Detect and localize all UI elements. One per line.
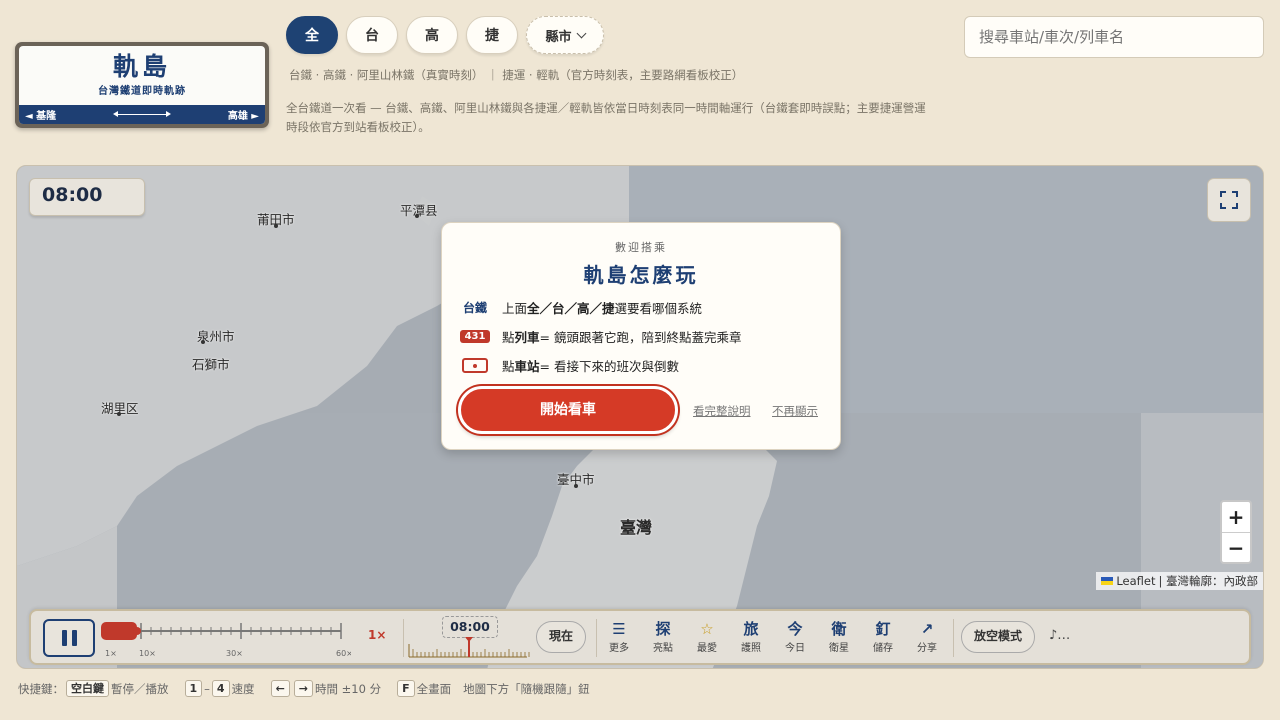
more-button[interactable]: ☰ 更多 [599, 620, 639, 654]
speed-slider[interactable]: 1× 10× 30× 60× [101, 619, 351, 659]
tab-hsr[interactable]: 高 [406, 16, 458, 54]
pause-icon [61, 630, 67, 646]
logo-left-station: ◄ 基隆 [25, 111, 57, 122]
pin-icon: 釘 [875, 620, 891, 638]
place-shishi: 石獅市 [192, 357, 230, 372]
save-button[interactable]: 釘 儲存 [863, 620, 903, 654]
start-watching-button[interactable]: 開始看車 [458, 386, 678, 434]
today-button[interactable]: 今 今日 [775, 620, 815, 654]
star-icon: ☆ [700, 620, 714, 638]
city-dot [201, 340, 205, 344]
city-dot [415, 214, 419, 218]
tab-tra[interactable]: 台 [346, 16, 398, 54]
welcome-card: 數迎搭乘 軌島怎麼玩 台鐵 上面 全／台／高／捷 選要看哪個系統 431 點列車 =… [441, 222, 841, 450]
zen-mode-button[interactable]: 放空模式 [961, 621, 1035, 653]
ukraine-flag-icon [1101, 577, 1114, 585]
key-space: 空白鍵 [66, 680, 109, 697]
divider [596, 619, 597, 657]
double-arrow-icon [113, 111, 171, 117]
map-view[interactable]: 莆田市 平潭县 泉州市 石獅市 湖里区 臺中市 臺灣 08:00 + − Lea… [16, 165, 1264, 669]
satellite-icon: 衛 [831, 620, 847, 638]
speed-tick-label: 10× [139, 649, 156, 658]
speed-tick-label: 60× [336, 649, 351, 658]
county-dropdown-label: 縣市 [545, 29, 572, 45]
divider [403, 619, 404, 657]
passport-icon: 旅 [743, 620, 759, 638]
current-speed: 1× [368, 628, 387, 642]
speed-slider-handle[interactable] [133, 627, 141, 635]
logo-right-station: 高雄 ► [227, 111, 259, 122]
logo-station-bar: ◄ 基隆 高雄 ► [19, 105, 265, 124]
guide-row-train: 431 點列車 = 鏡頭跟著它跑，陪到終點蓋完乘章 [459, 327, 741, 346]
time-scrubber[interactable]: 08:00 [407, 616, 532, 660]
city-dot [574, 484, 578, 488]
explore-icon: 探 [655, 620, 671, 638]
passport-button[interactable]: 旅 護照 [731, 620, 771, 654]
speed-tick-label: 30× [226, 649, 243, 658]
full-guide-link[interactable]: 看完整說明 [693, 403, 751, 419]
map-clock: 08:00 [29, 178, 145, 216]
satellite-button[interactable]: 衛 衛星 [819, 620, 859, 654]
favorites-button[interactable]: ☆ 最愛 [687, 620, 727, 654]
tra-icon: 台鐵 [462, 301, 487, 315]
welcome-title: 軌島怎麼玩 [583, 263, 699, 287]
zoom-out-button[interactable]: − [1222, 532, 1250, 562]
time-scrubber-track [408, 637, 530, 658]
music-button[interactable]: ♪… [1049, 628, 1070, 643]
city-dot [117, 412, 121, 416]
tab-metro[interactable]: 捷 [466, 16, 518, 54]
speed-slider-fill [101, 622, 137, 640]
divider [953, 619, 954, 657]
logo-station-sign: 軌島 台灣鐵道即時軌跡 ◄ 基隆 高雄 ► [15, 42, 269, 128]
now-button[interactable]: 現在 [536, 621, 586, 653]
playback-controls: 1× 10× 30× 60× 1× 08:00 現在 ☰ 更多 探 亮點 [29, 609, 1251, 665]
key-right-arrow: → [293, 680, 313, 697]
tab-all[interactable]: 全 [286, 16, 338, 54]
app-title: 軌島 [112, 52, 171, 81]
search-input[interactable] [964, 16, 1264, 58]
key-f: F [397, 680, 415, 697]
train-badge-icon: 431 [459, 330, 491, 343]
key-1: 1 [184, 680, 203, 697]
today-icon: 今 [787, 620, 803, 638]
place-taiwan: 臺灣 [620, 518, 653, 537]
tabs-caption: 台鐵 · 高鐵 · 阿里山林鐵（真實時刻） ｜ 捷運 · 輕軌（官方時刻表，主要… [289, 68, 744, 82]
fullscreen-button[interactable] [1207, 178, 1251, 222]
dont-show-again-link[interactable]: 不再顯示 [772, 403, 818, 419]
guide-row-tabs: 台鐵 上面 全／台／高／捷 選要看哪個系統 [462, 301, 703, 316]
county-dropdown[interactable]: 縣市 [526, 16, 604, 54]
share-button[interactable]: ↗ 分享 [907, 620, 947, 654]
map-attribution: Leaflet | 臺灣輪廓：內政部 [1096, 572, 1263, 590]
fullscreen-icon [1220, 191, 1238, 209]
app-subtitle: 台灣鐵道即時軌跡 [98, 86, 186, 97]
attribution-source: | 臺灣輪廓：內政部 [1158, 574, 1258, 588]
chevron-down-icon [576, 28, 586, 38]
key-4: 4 [211, 680, 230, 697]
page-description: 全台鐵道一次看 — 台鐵、高鐵、阿里山林鐵與各捷運／輕軌皆依當日時刻表同一時間軸… [286, 101, 926, 134]
pause-button[interactable] [43, 619, 95, 657]
menu-icon: ☰ [612, 620, 626, 638]
zoom-in-button[interactable]: + [1222, 502, 1250, 532]
shortcut-label: 快捷鍵： [18, 681, 64, 696]
welcome-kicker: 數迎搭乘 [615, 241, 667, 254]
zoom-control: + − [1220, 500, 1252, 564]
key-left-arrow: ← [270, 680, 290, 697]
share-icon: ↗ [920, 620, 934, 638]
city-dot [274, 224, 278, 228]
system-tabs: 全 台 高 捷 縣市 [286, 16, 604, 54]
shortcut-hints: 快捷鍵： 空白鍵 暫停／播放 1 – 4 速度 ← → 時間 ±10 分 F 全… [18, 680, 590, 697]
speed-tick-label: 1× [105, 649, 117, 658]
station-icon [462, 358, 488, 373]
highlights-button[interactable]: 探 亮點 [643, 620, 683, 654]
guide-row-station: 點車站 = 看接下來的班次與倒數 [460, 356, 679, 375]
leaflet-link[interactable]: Leaflet [1116, 574, 1155, 588]
